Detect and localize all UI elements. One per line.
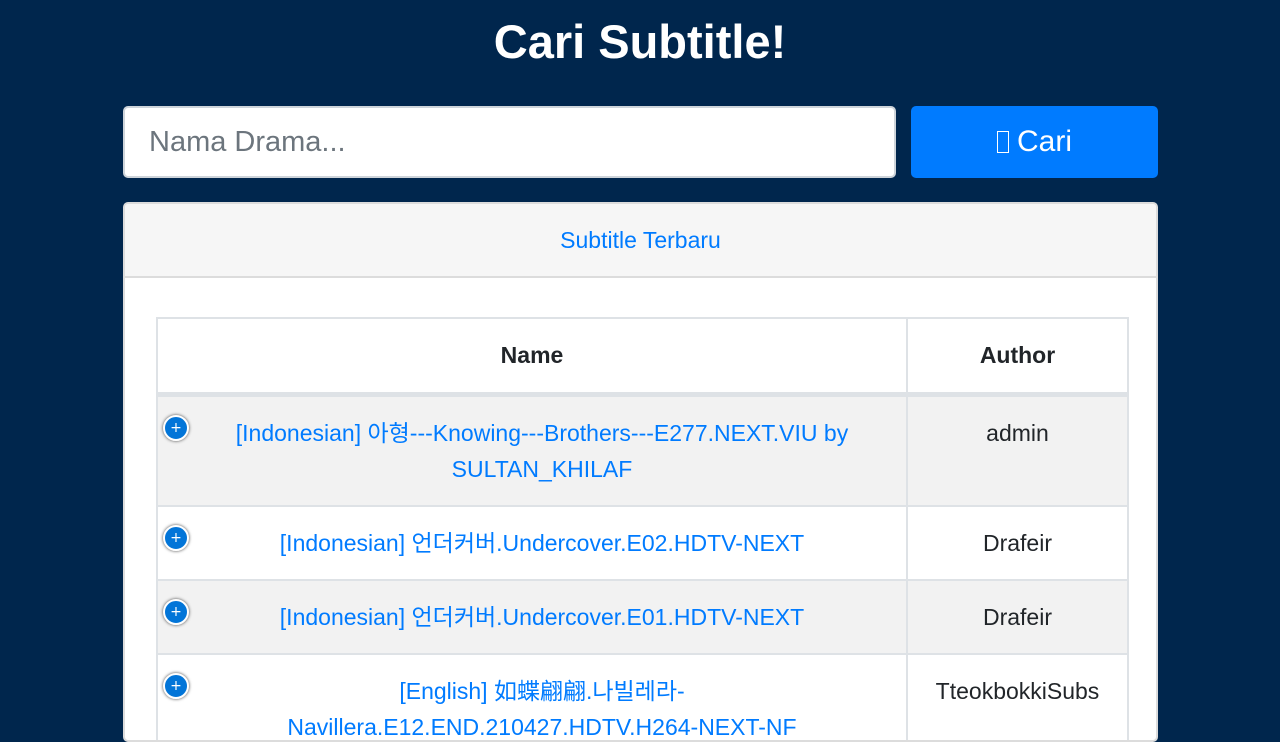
name-cell: + [Indonesian] 언더커버.Undercover.E01.HDTV-… [157, 580, 907, 654]
author-cell: Drafeir [907, 506, 1128, 580]
table-row: + [Indonesian] 아형---Knowing---Brothers--… [157, 394, 1128, 506]
subtitle-link[interactable]: [Indonesian] 언더커버.Undercover.E02.HDTV-NE… [280, 530, 804, 556]
search-icon [997, 131, 1009, 153]
author-cell: admin [907, 394, 1128, 506]
page-title: Cari Subtitle! [0, 12, 1280, 72]
column-header-author[interactable]: Author [907, 318, 1128, 394]
search-button[interactable]: Cari [911, 106, 1158, 178]
subtitle-table-wrapper: Name Author + [Indonesian] 아형---Knowing-… [156, 317, 1127, 742]
expand-row-icon[interactable]: + [163, 525, 189, 551]
card-header: Subtitle Terbaru [125, 204, 1156, 278]
name-cell: + [Indonesian] 언더커버.Undercover.E02.HDTV-… [157, 506, 907, 580]
table-row: + [English] 如蝶翩翩.나빌레라-Navillera.E12.END.… [157, 654, 1128, 742]
author-cell: Drafeir [907, 580, 1128, 654]
subtitle-table: Name Author + [Indonesian] 아형---Knowing-… [156, 317, 1129, 742]
name-cell: + [English] 如蝶翩翩.나빌레라-Navillera.E12.END.… [157, 654, 907, 742]
search-input[interactable] [123, 106, 896, 178]
subtitle-link[interactable]: [English] 如蝶翩翩.나빌레라-Navillera.E12.END.21… [287, 678, 796, 740]
expand-row-icon[interactable]: + [163, 673, 189, 699]
search-button-label: Cari [1017, 125, 1072, 159]
table-row: + [Indonesian] 언더커버.Undercover.E02.HDTV-… [157, 506, 1128, 580]
subtitle-link[interactable]: [Indonesian] 아형---Knowing---Brothers---E… [236, 420, 848, 482]
name-cell: + [Indonesian] 아형---Knowing---Brothers--… [157, 394, 907, 506]
latest-subtitles-card: Subtitle Terbaru Name Author + [Indonesi… [123, 202, 1158, 742]
expand-row-icon[interactable]: + [163, 415, 189, 441]
author-cell: TteokbokkiSubs [907, 654, 1128, 742]
expand-row-icon[interactable]: + [163, 599, 189, 625]
column-header-name[interactable]: Name [157, 318, 907, 394]
table-header-row: Name Author [157, 318, 1128, 394]
table-row: + [Indonesian] 언더커버.Undercover.E01.HDTV-… [157, 580, 1128, 654]
latest-subtitles-link[interactable]: Subtitle Terbaru [560, 227, 721, 254]
subtitle-link[interactable]: [Indonesian] 언더커버.Undercover.E01.HDTV-NE… [280, 604, 804, 630]
